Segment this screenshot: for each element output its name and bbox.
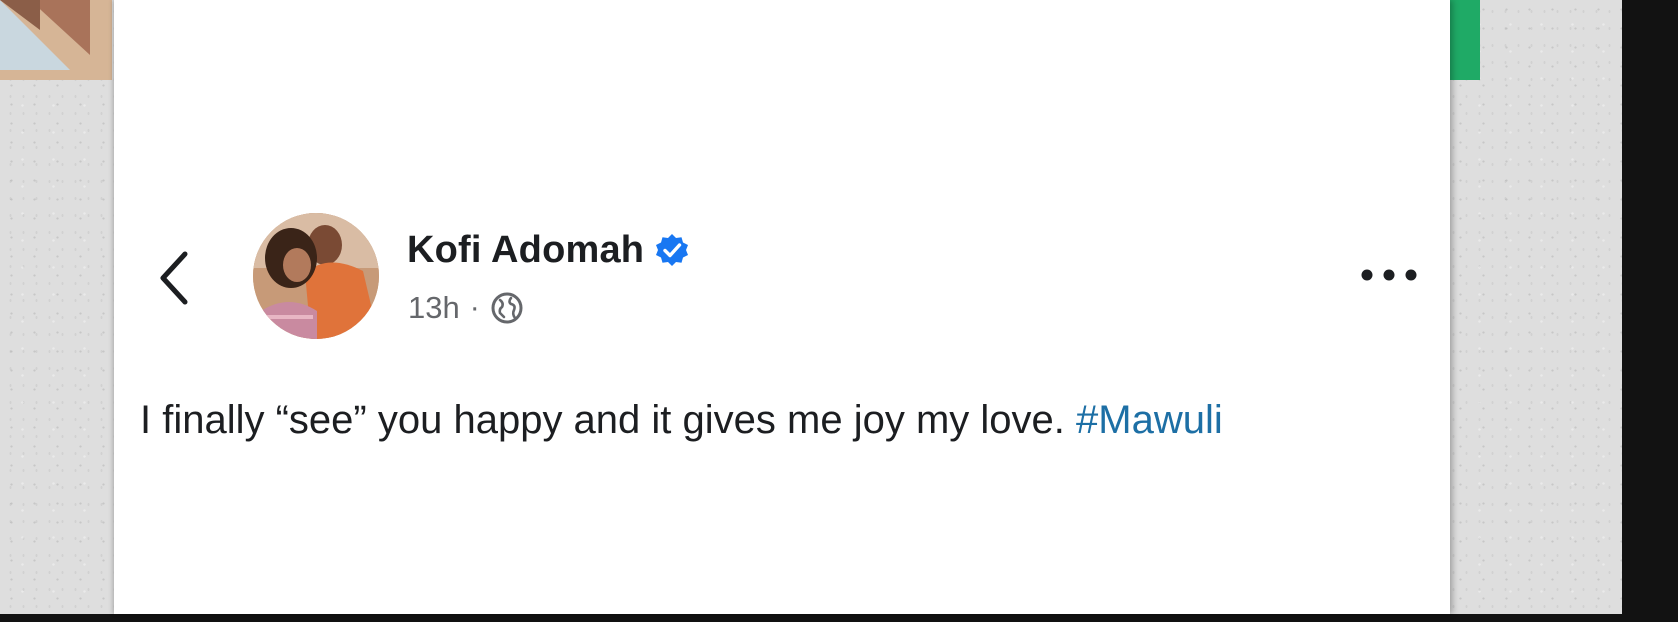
more-options-button[interactable] (1354, 260, 1424, 290)
chevron-left-icon (160, 251, 188, 305)
author-row: Kofi Adomah (407, 228, 690, 272)
avatar-photo (253, 213, 379, 339)
globe-icon[interactable] (490, 291, 524, 325)
post-card: Kofi Adomah 13h · I finally “see” you ha… (114, 0, 1450, 614)
hashtag-link[interactable]: #Mawuli (1076, 398, 1223, 442)
back-button[interactable] (154, 248, 194, 308)
post-timestamp[interactable]: 13h (408, 290, 460, 326)
post-meta: 13h · (408, 288, 524, 328)
background-image-fragment (0, 0, 112, 80)
post-text: I finally “see” you happy and it gives m… (140, 398, 1223, 443)
meta-separator: · (469, 291, 480, 324)
verified-badge-icon (656, 234, 689, 266)
author-avatar[interactable] (253, 213, 379, 339)
more-horizontal-icon (1361, 269, 1417, 281)
frame-border-bottom (0, 614, 1678, 622)
author-name[interactable]: Kofi Adomah (407, 229, 644, 272)
background-green-strip (1450, 0, 1480, 80)
frame-border-right (1622, 0, 1678, 622)
post-body: I finally “see” you happy and it gives m… (140, 398, 1065, 442)
